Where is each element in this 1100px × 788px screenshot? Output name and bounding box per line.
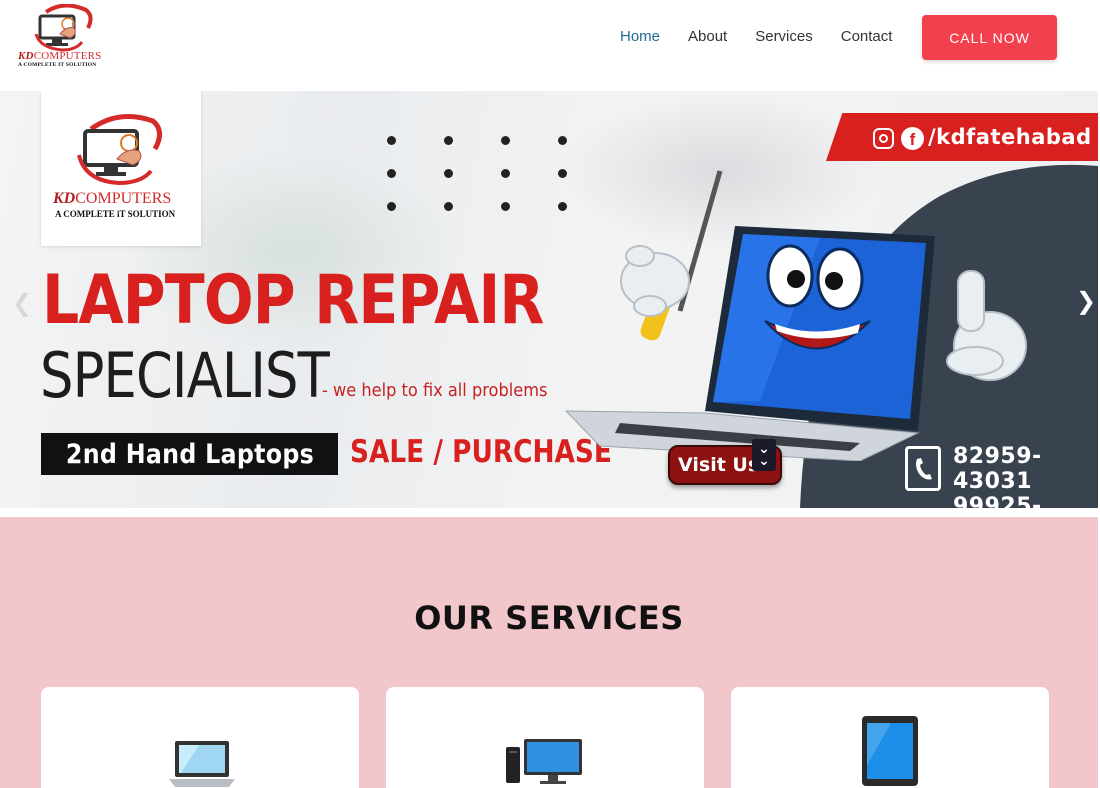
laptop-mascot-illustration [564,170,1027,461]
call-now-button[interactable]: CALL NOW [922,15,1057,60]
double-chevron-down-icon: ⌄ ⌄ [752,439,776,471]
hero-logo-card: KDCOMPUTERS A COMPLETE iT SOLUTION [41,91,201,246]
service-card-tablet[interactable] [731,687,1049,788]
logo-brand-suffix: COMPUTERS [33,50,102,62]
site-header: KDCOMPUTERS A COMPLETE IT SOLUTION Home … [0,0,1100,90]
hero-logo-tagline: A COMPLETE iT SOLUTION [55,209,176,219]
nav-about[interactable]: About [688,28,727,45]
logo-tagline: A COMPLETE IT SOLUTION [18,62,97,68]
laptop-icon [169,741,235,787]
decorative-dot-grid [387,136,577,216]
nav-contact[interactable]: Contact [841,28,893,45]
phone-number-1[interactable]: 82959-43031 [953,444,1098,494]
second-hand-badge: 2nd Hand Laptops [41,433,338,475]
logo-brand-prefix: KD [18,50,34,62]
nav-services[interactable]: Services [755,28,813,45]
service-card-desktop[interactable] [386,687,704,788]
hero-banner: KDCOMPUTERS A COMPLETE iT SOLUTION f /kd… [0,91,1098,508]
hero-logo-brand-suffix: COMPUTERS [75,190,172,207]
site-logo[interactable]: KDCOMPUTERS A COMPLETE IT SOLUTION [16,3,112,74]
hero-tagline: - we help to fix all problems [322,380,548,401]
services-section: OUR SERVICES [0,517,1098,788]
chevron-right-icon[interactable]: ❯ [1076,287,1096,316]
tablet-icon [862,716,918,786]
service-card-laptop[interactable] [41,687,359,788]
logo-monitor-icon [34,3,93,52]
visit-us-button[interactable]: Visit Us! ⌄ ⌄ [668,439,782,485]
instagram-icon[interactable] [873,128,894,149]
hero-logo-brand-prefix: KD [53,190,76,207]
desktop-computer-icon [506,739,582,784]
phone-icon [905,446,941,491]
social-handle: /kdfatehabad [928,125,1092,149]
nav-home[interactable]: Home [620,28,660,45]
second-hand-label: 2nd Hand Laptops [65,438,314,470]
main-nav: Home About Services Contact [620,28,920,45]
facebook-icon[interactable]: f [901,127,924,150]
phone-numbers: 82959-43031 99925-01222 [953,444,1098,508]
phone-number-2[interactable]: 99925-01222 [953,494,1098,508]
chevron-left-icon[interactable]: ❮ [12,289,32,318]
hero-logo-monitor-icon [77,114,162,186]
services-title: OUR SERVICES [414,599,684,637]
hero-headline-red: LAPTOP REPAIR [42,261,544,340]
hero-headline-black: SPECIALIST [40,339,330,412]
